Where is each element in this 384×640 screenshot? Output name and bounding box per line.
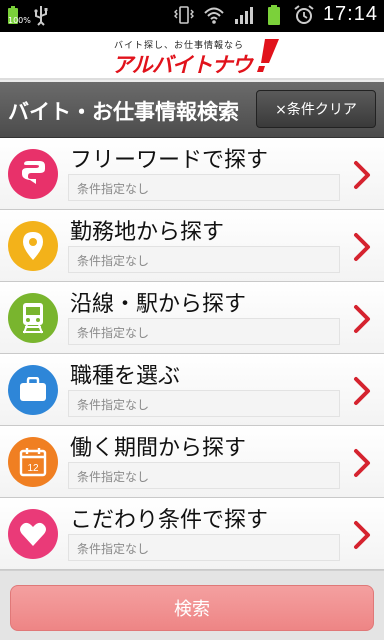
list-item-train-line[interactable]: 沿線・駅から探す 条件指定なし: [0, 282, 384, 354]
heart-icon: [8, 509, 58, 559]
logo-name: アルバイトナウ: [112, 53, 253, 77]
vibrate-icon: [173, 5, 194, 24]
condition-field: 条件指定なし: [68, 390, 340, 417]
usb-icon: [34, 6, 48, 26]
logo: バイト探し、お仕事情報なら アルバイトナウ: [110, 37, 280, 77]
list-item-preferences[interactable]: こだわり条件で探す 条件指定なし: [0, 498, 384, 570]
item-label: 職種を選ぶ: [70, 364, 181, 389]
signal-icon: [234, 6, 253, 24]
battery-percent: 100%: [8, 16, 31, 25]
chevron-right-icon: [354, 521, 370, 549]
clear-conditions-button[interactable]: ×条件クリア: [256, 90, 376, 128]
item-label: 沿線・駅から探す: [70, 292, 247, 317]
page-title: バイト・お仕事情報検索: [8, 100, 239, 124]
chevron-right-icon: [354, 449, 370, 477]
list-item-location[interactable]: 勤務地から探す 条件指定なし: [0, 210, 384, 282]
condition-field: 条件指定なし: [68, 534, 340, 561]
list-item-free-word[interactable]: フリーワードで探す 条件指定なし: [0, 138, 384, 210]
item-label: フリーワードで探す: [70, 148, 269, 173]
search-option-list: フリーワードで探す 条件指定なし 勤務地から探す 条件指定なし 沿線・駅から探す…: [0, 138, 384, 570]
condition-field: 条件指定なし: [68, 174, 340, 201]
train-icon: [8, 293, 58, 343]
alarm-icon: [294, 4, 314, 24]
status-bar: 100% 17:14: [0, 0, 384, 32]
chevron-right-icon: [354, 161, 370, 189]
item-label: 勤務地から探す: [70, 220, 225, 245]
condition-field: 条件指定なし: [68, 318, 340, 345]
list-item-job-type[interactable]: 職種を選ぶ 条件指定なし: [0, 354, 384, 426]
app-header: バイト探し、お仕事情報なら アルバイトナウ: [0, 32, 384, 80]
location-pin-icon: [8, 221, 58, 271]
briefcase-icon: [8, 365, 58, 415]
clock: 17:14: [322, 3, 378, 25]
chevron-right-icon: [354, 377, 370, 405]
logo-exclamation-icon: [257, 39, 279, 72]
list-item-work-period[interactable]: 12 働く期間から探す 条件指定なし: [0, 426, 384, 498]
chevron-right-icon: [354, 233, 370, 261]
search-button[interactable]: 検索: [10, 585, 374, 631]
speech-bubble-icon: [8, 149, 58, 199]
battery-icon: [267, 4, 280, 25]
item-label: 働く期間から探す: [70, 436, 247, 461]
title-bar: バイト・お仕事情報検索 ×条件クリア: [0, 82, 384, 138]
condition-field: 条件指定なし: [68, 462, 340, 489]
footer: 検索: [0, 570, 384, 640]
chevron-right-icon: [354, 305, 370, 333]
calendar-day: 12: [27, 463, 39, 474]
wifi-icon: [204, 7, 224, 24]
calendar-icon: 12: [8, 437, 58, 487]
condition-field: 条件指定なし: [68, 246, 340, 273]
item-label: こだわり条件で探す: [70, 508, 269, 533]
